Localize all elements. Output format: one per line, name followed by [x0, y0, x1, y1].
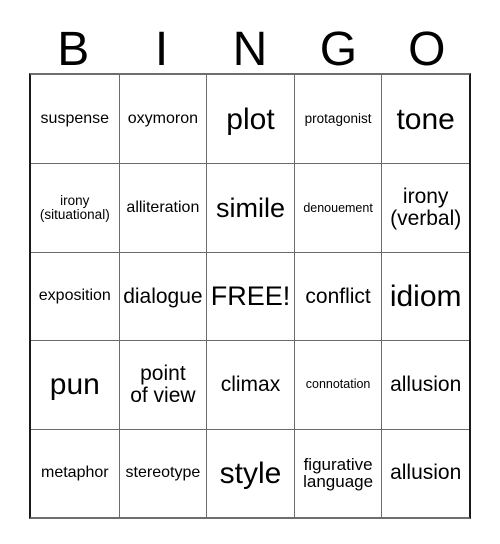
bingo-cell[interactable]: denouement	[293, 163, 382, 252]
bingo-cell[interactable]: dialogue	[118, 251, 207, 341]
bingo-cell[interactable]: conflict	[293, 251, 382, 341]
bingo-row: irony (situational) alliteration simile …	[31, 163, 469, 252]
bingo-cell[interactable]: connotation	[293, 340, 382, 429]
bingo-cell-label: plot	[226, 102, 275, 136]
bingo-cell-label: allusion	[390, 372, 462, 396]
bingo-cell-label: dialogue	[123, 284, 203, 308]
bingo-cell-label: alliteration	[126, 198, 200, 216]
bingo-cell[interactable]: stereotype	[118, 428, 207, 517]
bingo-header-letter-n: N	[232, 23, 268, 77]
bingo-cell[interactable]: protagonist	[293, 75, 382, 164]
bingo-header-letter-b: B	[57, 23, 90, 77]
bingo-cell[interactable]: irony (situational)	[31, 163, 119, 252]
bingo-header-row: B I N G O	[29, 14, 471, 77]
bingo-cell-label: pun	[49, 368, 100, 402]
bingo-cell[interactable]: plot	[206, 75, 294, 164]
bingo-cell[interactable]: style	[206, 428, 294, 517]
bingo-header-letter-g: G	[319, 23, 358, 77]
bingo-row: suspense oxymoron plot protagonist tone	[31, 75, 469, 164]
bingo-grid: suspense oxymoron plot protagonist tone …	[29, 73, 471, 519]
bingo-cell[interactable]: irony (verbal)	[381, 163, 469, 252]
bingo-cell[interactable]: metaphor	[31, 428, 119, 517]
bingo-cell[interactable]: climax	[206, 340, 294, 429]
bingo-header-letter-i: I	[154, 23, 169, 77]
bingo-row: exposition dialogue FREE! conflict idiom	[31, 251, 469, 341]
bingo-row: metaphor stereotype style figurative lan…	[31, 428, 469, 517]
bingo-cell-label: style	[219, 456, 282, 490]
bingo-cell-label: oxymoron	[127, 109, 199, 127]
bingo-cell-label: climax	[220, 372, 281, 396]
bingo-cell[interactable]: figurative language	[293, 428, 382, 517]
bingo-cell-label: stereotype	[125, 463, 201, 481]
bingo-cell[interactable]: oxymoron	[118, 75, 207, 164]
bingo-row: pun point of view climax connotation all…	[31, 340, 469, 429]
bingo-cell-free[interactable]: FREE!	[206, 251, 294, 341]
bingo-cell-label: connotation	[305, 377, 371, 392]
bingo-cell-label: simile	[215, 193, 285, 224]
bingo-cell[interactable]: idiom	[381, 251, 469, 341]
bingo-cell-label: point of view	[130, 362, 196, 407]
bingo-cell-label: allusion	[390, 461, 462, 485]
bingo-header-letter-o: O	[408, 23, 446, 77]
bingo-cell-label: denouement	[303, 200, 373, 215]
bingo-cell-label: tone	[396, 102, 455, 136]
bingo-cell-label: metaphor	[41, 463, 109, 481]
bingo-cell-label: protagonist	[304, 111, 372, 127]
bingo-card: B I N G O suspense oxymoron plot protago…	[29, 14, 471, 519]
bingo-cell[interactable]: allusion	[381, 340, 469, 429]
bingo-cell[interactable]: pun	[31, 340, 119, 429]
bingo-cell[interactable]: tone	[381, 75, 469, 164]
bingo-cell[interactable]: simile	[206, 163, 294, 252]
bingo-cell[interactable]: exposition	[31, 251, 119, 341]
bingo-cell-label: idiom	[389, 279, 462, 313]
bingo-cell[interactable]: suspense	[31, 75, 119, 164]
bingo-cell[interactable]: allusion	[381, 428, 469, 517]
bingo-cell-label: figurative language	[303, 454, 374, 492]
bingo-cell-label: conflict	[305, 284, 371, 308]
bingo-cell-label: exposition	[38, 287, 111, 305]
bingo-cell[interactable]: point of view	[118, 340, 207, 429]
bingo-cell-label: suspense	[40, 109, 110, 127]
bingo-cell[interactable]: alliteration	[118, 163, 207, 252]
bingo-cell-label: irony (situational)	[39, 193, 110, 223]
bingo-cell-label: irony (verbal)	[390, 185, 462, 231]
bingo-cell-label: FREE!	[210, 281, 291, 312]
